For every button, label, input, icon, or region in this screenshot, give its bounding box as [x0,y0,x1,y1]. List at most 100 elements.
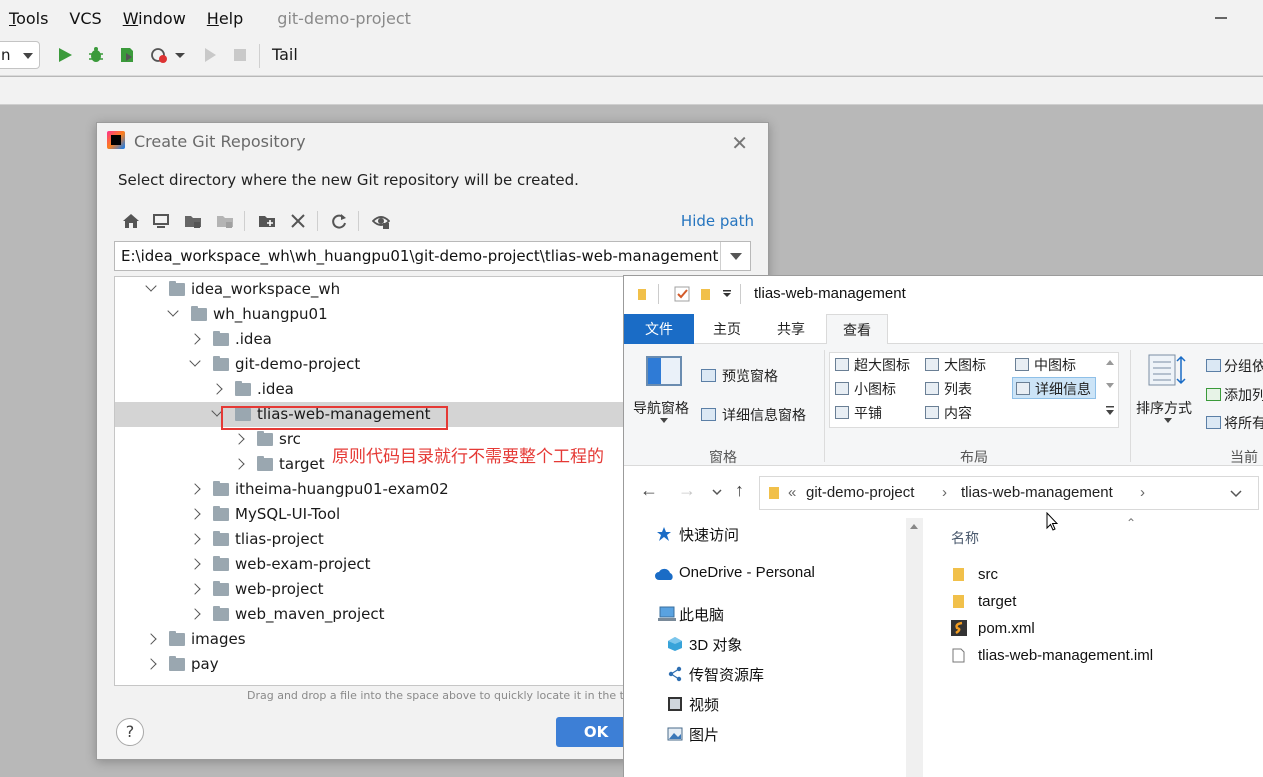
tab-share[interactable]: 共享 [766,314,816,344]
layout-extra-large-icons[interactable]: 超大图标 [832,354,910,376]
hide-path-link[interactable]: Hide path [681,212,754,230]
navigation-pane-button[interactable]: 导航窗格 [633,398,689,418]
chevron-down-icon[interactable] [145,280,157,292]
fit-columns-button[interactable]: 将所有 [1224,413,1263,433]
column-header-name[interactable]: 名称 [951,528,979,548]
profiler-icon[interactable] [150,46,168,64]
tree-row-label: tlias-project [235,530,324,548]
path-history-dropdown[interactable] [720,242,750,270]
layout-large-icons[interactable]: 大图标 [922,354,986,376]
close-icon[interactable]: ✕ [731,131,748,155]
add-column-button[interactable]: 添加列 [1224,385,1263,405]
project-folder-icon[interactable] [184,212,202,230]
layout-details[interactable]: 详细信息 [1012,377,1096,399]
chevron-right-icon[interactable] [189,558,201,570]
layout-content[interactable]: 内容 [922,402,972,424]
new-folder-icon[interactable] [258,212,276,230]
menu-tools[interactable]: Tools [9,9,48,28]
up-icon[interactable]: ↑ [735,480,744,501]
breadcrumb-overflow[interactable]: « [788,477,796,509]
sort-by-button[interactable]: 排序方式 [1136,398,1192,418]
layout-tiles[interactable]: 平铺 [832,402,882,424]
layout-medium-icons[interactable]: 中图标 [1012,354,1076,376]
chevron-right-icon[interactable] [189,533,201,545]
menu-vcs[interactable]: VCS [69,9,101,28]
chevron-down-icon[interactable] [722,288,732,301]
folder-icon [191,306,207,321]
chevron-right-icon[interactable]: › [942,477,947,509]
nav-pictures[interactable]: 图片 [689,724,719,745]
help-button[interactable]: ? [116,718,144,746]
nav-videos[interactable]: 视频 [689,694,719,715]
small-icons-icon [835,382,849,395]
module-folder-icon [217,216,233,228]
menu-window[interactable]: Window [123,9,186,28]
folder-icon [257,456,273,471]
properties-icon[interactable] [674,286,690,302]
nav-quick-access[interactable]: 快速访问 [679,524,739,545]
chevron-down-icon[interactable] [1106,383,1114,389]
toolbar: n Tail [0,36,1263,76]
chevron-down-icon[interactable] [189,355,201,367]
back-icon[interactable]: ← [640,480,658,501]
extra-large-icons-icon [835,358,849,371]
home-icon[interactable] [122,212,140,230]
new-folder-icon[interactable] [700,288,713,301]
breadcrumb-item[interactable]: git-demo-project [806,477,914,509]
layout-list[interactable]: 列表 [922,378,972,400]
run-config-select[interactable]: n [0,41,40,69]
chevron-right-icon[interactable] [211,383,223,395]
chevron-right-icon[interactable] [189,333,201,345]
scroll-up-icon[interactable] [910,524,918,529]
run-dropdown-icon[interactable] [174,46,186,64]
tab-home[interactable]: 主页 [702,314,752,344]
address-bar[interactable]: « git-demo-project › tlias-web-managemen… [759,476,1259,510]
expand-gallery-icon[interactable] [1106,406,1114,416]
list-icon [925,382,939,395]
titlebar-separator [658,284,659,304]
recent-locations-icon[interactable] [712,489,722,496]
layout-small-icons[interactable]: 小图标 [832,378,896,400]
breadcrumb-item[interactable]: tlias-web-management [961,477,1113,509]
delete-icon[interactable] [289,212,307,230]
nav-resource-library[interactable]: 传智资源库 [689,664,764,685]
nav-3d-objects[interactable]: 3D 对象 [689,634,742,655]
nav-this-pc[interactable]: 此电脑 [679,604,724,625]
desktop-icon[interactable] [152,212,170,230]
nav-onedrive[interactable]: OneDrive - Personal [679,564,815,581]
chevron-right-icon[interactable] [145,633,157,645]
tail-button[interactable]: Tail [272,45,298,64]
chevron-right-icon[interactable] [189,583,201,595]
refresh-icon[interactable] [330,212,348,230]
toolbar-separator [244,211,245,231]
path-input[interactable]: E:\idea_workspace_wh\wh_huangpu01\git-de… [114,241,751,271]
chevron-right-icon[interactable]: › [1140,477,1145,509]
minimize-icon[interactable] [1215,17,1227,19]
chevron-right-icon[interactable] [189,483,201,495]
tab-view[interactable]: 查看 [826,314,888,345]
chevron-up-icon[interactable] [1106,359,1114,365]
preview-pane-button[interactable]: 预览窗格 [722,366,778,386]
chevron-right-icon[interactable] [233,458,245,470]
folder-icon [169,281,185,296]
run-icon[interactable] [56,46,74,64]
coverage-icon[interactable] [118,46,136,64]
debug-icon[interactable] [87,46,105,64]
chevron-right-icon[interactable] [189,608,201,620]
details-pane-icon [701,408,716,421]
menu-help[interactable]: Help [207,9,243,28]
chevron-right-icon[interactable] [233,433,245,445]
toolbar-separator [259,44,260,68]
chevron-down-icon[interactable] [167,305,179,317]
show-hidden-icon[interactable] [372,212,390,230]
chevron-right-icon[interactable] [145,658,157,670]
ribbon-separator [824,350,825,462]
file-name: src [978,566,998,583]
group-by-button[interactable]: 分组依 [1224,356,1263,376]
tab-file[interactable]: 文件 [624,314,694,344]
chevron-down-icon[interactable] [1230,490,1242,498]
chevron-right-icon[interactable] [189,508,201,520]
tree-row-label: src [279,430,301,448]
navigation-pane-scrollbar[interactable] [906,518,923,777]
details-pane-button[interactable]: 详细信息窗格 [722,405,806,425]
